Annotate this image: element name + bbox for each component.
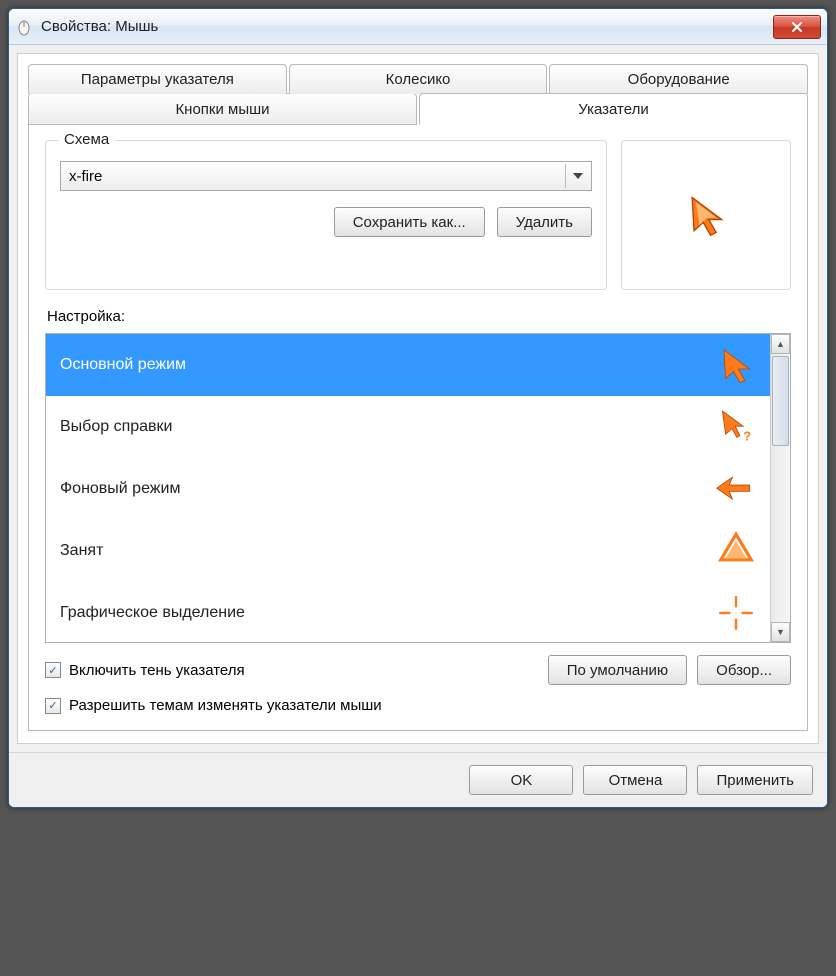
- list-item-label: Основной режим: [60, 356, 186, 374]
- close-button[interactable]: [773, 15, 821, 39]
- list-item-label: Занят: [60, 542, 103, 560]
- scrollbar[interactable]: ▲ ▼: [770, 334, 790, 642]
- titlebar[interactable]: Свойства: Мышь: [9, 9, 827, 45]
- cursor-busy-icon: [716, 531, 756, 571]
- svg-text:?: ?: [743, 429, 751, 444]
- tabs-row-top: Параметры указателя Колесико Оборудовани…: [28, 64, 808, 94]
- tabs-row-bottom: Кнопки мыши Указатели: [28, 93, 808, 125]
- default-button[interactable]: По умолчанию: [548, 655, 687, 685]
- mouse-icon: [15, 18, 33, 36]
- themes-label: Разрешить темам изменять указатели мыши: [69, 697, 382, 714]
- tab-pointer-options[interactable]: Параметры указателя: [28, 64, 287, 94]
- scroll-down-button[interactable]: ▼: [771, 622, 790, 642]
- cursor-working-icon: [712, 469, 756, 509]
- customize-label: Настройка:: [47, 308, 791, 325]
- cursor-arrow-icon: [683, 192, 729, 238]
- tab-pointers[interactable]: Указатели: [419, 93, 808, 125]
- scroll-thumb[interactable]: [772, 356, 789, 446]
- cancel-button[interactable]: Отмена: [583, 765, 687, 795]
- cursor-listbox: Основной режим Выбор справки ? Фоновый р…: [45, 333, 791, 643]
- list-item[interactable]: Занят: [46, 520, 770, 582]
- list-item[interactable]: Фоновый режим: [46, 458, 770, 520]
- scroll-up-button[interactable]: ▲: [771, 334, 790, 354]
- shadow-checkbox[interactable]: ✓: [45, 662, 61, 678]
- list-item-label: Выбор справки: [60, 418, 172, 436]
- save-as-button[interactable]: Сохранить как...: [334, 207, 485, 237]
- list-item-label: Графическое выделение: [60, 604, 245, 622]
- ok-button[interactable]: OK: [469, 765, 573, 795]
- list-item[interactable]: Основной режим: [46, 334, 770, 396]
- list-item[interactable]: Выбор справки ?: [46, 396, 770, 458]
- list-item-label: Фоновый режим: [60, 480, 180, 498]
- cursor-arrow-icon: [716, 345, 756, 385]
- scroll-track[interactable]: [771, 354, 790, 622]
- tab-buttons[interactable]: Кнопки мыши: [28, 93, 417, 125]
- cursor-precision-icon: [716, 593, 756, 633]
- apply-button[interactable]: Применить: [697, 765, 813, 795]
- cursor-help-icon: ?: [716, 407, 756, 447]
- browse-button[interactable]: Обзор...: [697, 655, 791, 685]
- dialog-window: Свойства: Мышь Параметры указателя Колес…: [8, 8, 828, 808]
- close-icon: [791, 21, 803, 33]
- scheme-legend: Схема: [58, 131, 115, 148]
- tab-hardware[interactable]: Оборудование: [549, 64, 808, 94]
- tab-wheel[interactable]: Колесико: [289, 64, 548, 94]
- chevron-down-icon: [565, 164, 589, 188]
- scheme-value: x-fire: [69, 168, 102, 185]
- dialog-footer: OK Отмена Применить: [9, 752, 827, 807]
- delete-button[interactable]: Удалить: [497, 207, 592, 237]
- scheme-group: Схема x-fire Сохранить как... Удалить: [45, 140, 607, 290]
- tab-panel-pointers: Схема x-fire Сохранить как... Удалить: [28, 124, 808, 731]
- dialog-body: Параметры указателя Колесико Оборудовани…: [17, 53, 819, 744]
- cursor-preview: [621, 140, 791, 290]
- shadow-label: Включить тень указателя: [69, 662, 245, 679]
- list-item[interactable]: Графическое выделение: [46, 582, 770, 642]
- window-title: Свойства: Мышь: [41, 18, 773, 35]
- scheme-combobox[interactable]: x-fire: [60, 161, 592, 191]
- themes-checkbox[interactable]: ✓: [45, 698, 61, 714]
